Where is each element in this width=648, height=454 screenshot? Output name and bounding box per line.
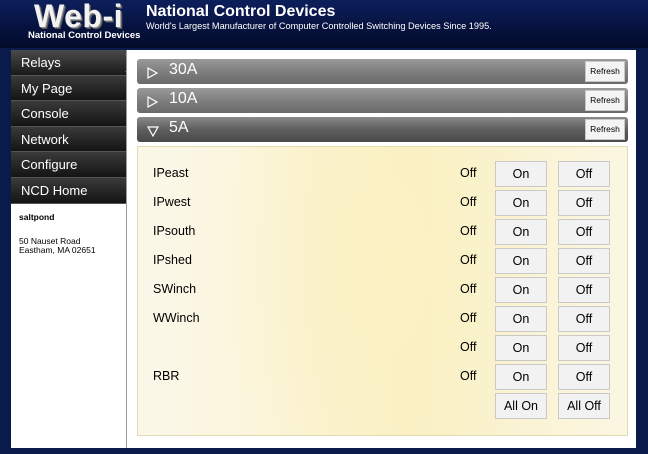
address-line-2: Eastham, MA 02651 (19, 245, 96, 255)
relay-row: IPeast Off On Off (138, 161, 629, 187)
relay-name: RBR (153, 369, 180, 383)
relay-off-button[interactable]: Off (558, 161, 610, 187)
relay-status: Off (460, 311, 477, 325)
relay-off-button[interactable]: Off (558, 335, 610, 361)
sidebar-item-network[interactable]: Network (11, 126, 126, 153)
relay-name: IPsouth (153, 224, 196, 238)
relay-row: SWinch Off On Off (138, 277, 629, 303)
sidebar-item-ncd-home[interactable]: NCD Home (11, 177, 126, 204)
triangle-right-icon (147, 66, 159, 84)
relay-status: Off (460, 166, 477, 180)
relay-on-button[interactable]: On (495, 306, 547, 332)
group-label: 5A (169, 119, 189, 136)
relay-name: IPshed (153, 253, 192, 267)
relay-off-button[interactable]: Off (558, 219, 610, 245)
group-bar-30a[interactable]: 30A Refresh (137, 59, 628, 84)
relay-status: Off (460, 253, 477, 267)
sidebar: Relays My Page Console Network Configure… (11, 50, 135, 448)
relay-row: Off On Off (138, 335, 629, 361)
relay-off-button[interactable]: Off (558, 306, 610, 332)
brand-tagline: World's Largest Manufacturer of Computer… (146, 21, 492, 31)
all-on-button[interactable]: All On (495, 393, 547, 419)
logo-subtitle: National Control Devices (28, 30, 141, 41)
relay-status: Off (460, 340, 477, 354)
group-bar-5a[interactable]: 5A Refresh (137, 117, 628, 142)
relay-name: IPeast (153, 166, 189, 180)
relay-on-button[interactable]: On (495, 335, 547, 361)
relay-off-button[interactable]: Off (558, 248, 610, 274)
relay-off-button[interactable]: Off (558, 364, 610, 390)
relay-name: SWinch (153, 282, 197, 296)
relay-row: IPwest Off On Off (138, 190, 629, 216)
refresh-button[interactable]: Refresh (585, 119, 625, 140)
triangle-right-icon (147, 95, 159, 113)
brand-title: National Control Devices (146, 3, 336, 20)
site-name: saltpond (19, 212, 55, 222)
web-i-logo[interactable]: Web-i National Control Devices (0, 0, 140, 48)
relay-row: WWinch Off On Off (138, 306, 629, 332)
sidebar-item-label: My Page (21, 80, 73, 96)
relay-status: Off (460, 195, 477, 209)
sidebar-item-label: NCD Home (21, 182, 88, 198)
triangle-down-icon (146, 124, 160, 142)
all-controls-row: All On All Off (138, 393, 629, 419)
relay-off-button[interactable]: Off (558, 277, 610, 303)
relay-status: Off (460, 224, 477, 238)
sidebar-item-label: Network (21, 131, 69, 147)
relay-on-button[interactable]: On (495, 277, 547, 303)
relay-name: WWinch (153, 311, 200, 325)
relay-on-button[interactable]: On (495, 161, 547, 187)
sidebar-item-label: Console (21, 106, 69, 122)
sidebar-item-label: Configure (21, 157, 78, 173)
refresh-button[interactable]: Refresh (585, 61, 625, 82)
sidebar-item-relays[interactable]: Relays (11, 50, 135, 76)
group-bar-10a[interactable]: 10A Refresh (137, 88, 628, 113)
group-label: 10A (169, 90, 198, 107)
group-label: 30A (169, 61, 198, 78)
relay-row: IPsouth Off On Off (138, 219, 629, 245)
all-off-button[interactable]: All Off (558, 393, 610, 419)
relay-status: Off (460, 369, 477, 383)
relay-row: IPshed Off On Off (138, 248, 629, 274)
refresh-button[interactable]: Refresh (585, 90, 625, 111)
sidebar-item-label: Relays (21, 55, 61, 70)
relay-status: Off (460, 282, 477, 296)
sidebar-item-configure[interactable]: Configure (11, 152, 126, 178)
relay-on-button[interactable]: On (495, 248, 547, 274)
main-content: 30A Refresh 10A Refresh 5A Refresh IPeas… (126, 50, 636, 448)
relay-name: IPwest (153, 195, 191, 209)
relay-row: RBR Off On Off (138, 364, 629, 390)
relay-panel-5a: IPeast Off On Off IPwest Off On Off IPso… (137, 146, 628, 436)
relay-on-button[interactable]: On (495, 219, 547, 245)
relay-off-button[interactable]: Off (558, 190, 610, 216)
header-banner: Web-i National Control Devices National … (0, 0, 648, 48)
relay-on-button[interactable]: On (495, 190, 547, 216)
relay-on-button[interactable]: On (495, 364, 547, 390)
sidebar-item-console[interactable]: Console (11, 101, 126, 127)
sidebar-item-my-page[interactable]: My Page (11, 75, 126, 102)
